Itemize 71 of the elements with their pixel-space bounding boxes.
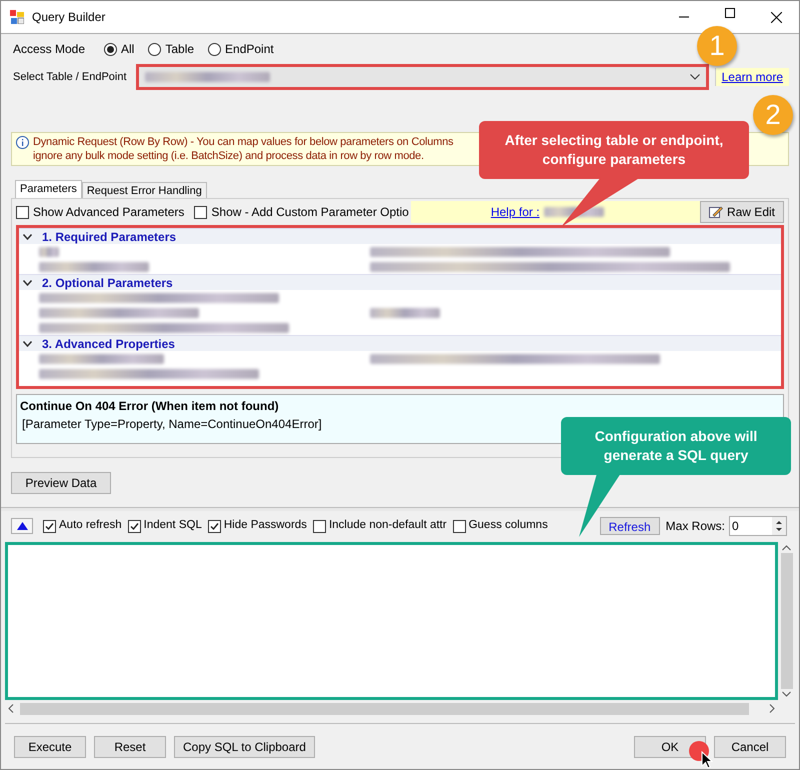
radio-label: EndPoint xyxy=(225,41,274,58)
checkbox-label: Show - Add Custom Parameter Optio xyxy=(211,204,409,221)
group-header[interactable]: 3. Advanced Properties xyxy=(19,335,781,351)
max-rows-label: Max Rows: xyxy=(666,518,725,535)
chevron-icon xyxy=(23,280,32,286)
checkbox-label: Auto refresh xyxy=(59,518,122,534)
preview-data-button[interactable]: Preview Data xyxy=(11,472,111,494)
chevron-icon xyxy=(23,234,32,240)
step-badge: 2 xyxy=(753,95,793,135)
dropdown-icon xyxy=(690,74,700,80)
scroll-up-icon xyxy=(782,545,791,551)
radio-label: Table xyxy=(165,41,194,58)
up-arrow-icon xyxy=(16,522,28,530)
scroll-left-icon xyxy=(8,704,14,713)
access-mode-label: Access Mode xyxy=(13,41,86,58)
callout-text: Configuration above will generate a SQL query xyxy=(594,427,758,465)
table-select[interactable] xyxy=(136,64,709,90)
description-detail: [Parameter Type=Property, Name=ContinueOn404Error] xyxy=(22,416,322,433)
window-title: Query Builder xyxy=(32,9,106,26)
collapse-button[interactable] xyxy=(11,518,33,534)
info-text: ignore any bulk mode setting (i.e. BatchSize) and process data in row by row mode. xyxy=(33,149,424,163)
checkbox[interactable] xyxy=(194,206,208,218)
radio-button[interactable] xyxy=(148,42,162,56)
group-header[interactable]: 2. Optional Parameters xyxy=(19,274,781,290)
checkbox-label: Guess columns xyxy=(468,518,548,534)
footer-button[interactable]: Copy SQL to Clipboard xyxy=(174,736,315,758)
scroll-right-icon xyxy=(769,704,775,713)
refresh-button[interactable]: Refresh xyxy=(600,517,660,535)
checkbox-label: Include non-default attr xyxy=(328,518,447,534)
footer-button[interactable]: Reset xyxy=(94,736,166,758)
learn-more-link[interactable]: Learn more xyxy=(714,68,789,86)
group-header[interactable]: 1. Required Parameters xyxy=(19,228,781,244)
sql-editor[interactable] xyxy=(5,542,778,700)
footer-button[interactable]: Execute xyxy=(14,736,86,758)
checkbox[interactable] xyxy=(452,520,466,532)
checkbox[interactable] xyxy=(208,520,221,532)
tab[interactable]: Request Error Handling xyxy=(82,182,207,198)
checkbox[interactable] xyxy=(16,206,29,218)
chevron-icon xyxy=(23,340,32,346)
checkbox-label: Hide Passwords xyxy=(224,518,307,534)
scroll-down-icon xyxy=(782,691,791,697)
app-icon xyxy=(10,10,24,24)
maximize-icon xyxy=(725,8,735,18)
blurred-text xyxy=(370,308,440,318)
group-title: 1. Required Parameters xyxy=(42,228,176,246)
checkbox-label: Show Advanced Parameters xyxy=(33,204,184,221)
raw-edit-button[interactable]: Raw Edit xyxy=(700,201,784,223)
max-rows-field[interactable]: 0 xyxy=(729,516,787,536)
radio-button[interactable] xyxy=(104,42,117,56)
group-title: 2. Optional Parameters xyxy=(42,274,173,292)
tab[interactable]: Parameters xyxy=(15,180,82,198)
description-title: Continue On 404 Error (When item not found) xyxy=(20,398,279,415)
checkbox-label: Indent SQL xyxy=(144,518,202,534)
radio-button[interactable] xyxy=(208,42,222,56)
checkbox[interactable] xyxy=(128,520,141,532)
blurred-text xyxy=(39,246,59,256)
group-title: 3. Advanced Properties xyxy=(42,336,175,352)
callout-text: After selecting table or endpoint, configure parameters xyxy=(504,131,724,169)
edit-icon xyxy=(708,206,723,218)
checkbox[interactable] xyxy=(312,520,326,532)
select-label: Select Table / EndPoint xyxy=(13,70,128,85)
spinner-icon xyxy=(772,517,786,535)
help-link[interactable]: Help for : xyxy=(410,201,700,223)
step-badge: 1 xyxy=(697,26,737,66)
close-icon xyxy=(770,12,782,22)
info-text: Dynamic Request (Row By Row) - You can map values for below parameters on Columns xyxy=(33,135,454,149)
radio-label: All xyxy=(121,41,134,58)
mouse-cursor-icon xyxy=(701,751,713,769)
info-icon xyxy=(16,136,29,149)
checkbox[interactable] xyxy=(43,520,56,532)
footer-button[interactable]: Cancel xyxy=(714,736,786,758)
